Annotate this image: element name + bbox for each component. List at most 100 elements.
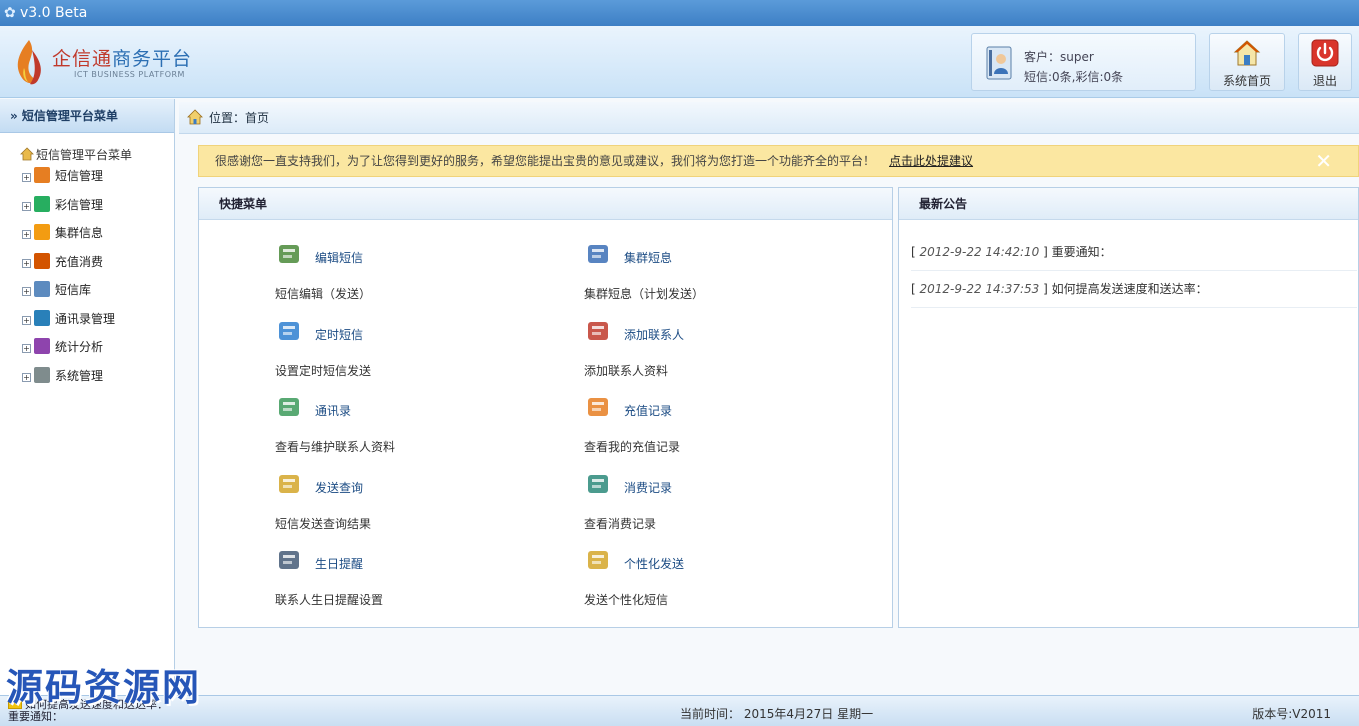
quick-menu-item[interactable]: 定时短信设置定时短信发送 (275, 316, 575, 386)
sidebar-item[interactable]: + 充值消费 (22, 252, 104, 271)
sidebar-item[interactable]: + 系统管理 (22, 366, 104, 385)
logo-name-part1: 企信通 (52, 48, 113, 70)
news-item[interactable]: [ 2012-9-22 14:37:53 ] 如何提高发送速度和送达率： (911, 271, 1357, 308)
user-info-box: 客户：super 短信:0条,彩信:0条 (971, 33, 1196, 91)
news-time: 2012-9-22 14:42:10 (919, 245, 1040, 259)
quick-menu-item-title[interactable]: 发送查询 (315, 479, 363, 496)
expand-icon[interactable]: + (22, 344, 31, 353)
quick-menu-item-desc: 集群短息（计划发送） (584, 287, 705, 301)
quick-menu-item-title[interactable]: 个性化发送 (624, 555, 684, 572)
expand-icon[interactable]: + (22, 372, 31, 382)
quick-menu-item-title[interactable]: 定时短信 (315, 326, 363, 343)
window-titlebar: ✿ v3.0 Beta (0, 0, 1359, 26)
quick-menu-item[interactable]: 添加联系人添加联系人资料 (584, 316, 884, 386)
gear-icon: ✿ (4, 5, 16, 21)
sidebar-item[interactable]: + 统计分析 (22, 338, 103, 356)
ticker-line-2: 重要通知： (8, 710, 63, 723)
quick-menu-item-title[interactable]: 生日提醒 (315, 555, 363, 572)
logo-name-part2: 商务平台 (112, 48, 193, 70)
sidebar-title: » 短信管理平台菜单 (0, 99, 174, 133)
news-panel: 最新公告 [ 2012-9-22 14:42:10 ] 重要通知：[ 2012-… (898, 187, 1359, 628)
quick-menu-item-desc: 发送个性化短信 (584, 593, 669, 607)
power-icon (1311, 39, 1339, 67)
quick-menu-item-desc: 查看消费记录 (584, 516, 657, 531)
quick-menu-item-desc: 联系人生日提醒设置 (275, 593, 384, 607)
exit-button[interactable]: 退出 (1298, 33, 1352, 91)
send-query-icon (279, 474, 299, 493)
expand-icon[interactable]: + (22, 201, 31, 211)
quick-menu-item[interactable]: 通讯录 查看与维护联系人资料 (275, 392, 575, 462)
house-icon (1233, 40, 1261, 66)
quick-menu-item-desc: 短信发送查询结果 (275, 516, 372, 531)
quick-menu-item-desc: 设置定时短信发送 (275, 363, 372, 378)
expand-icon[interactable]: + (22, 258, 31, 268)
logo-subtitle: ICT BUSINESS PLATFORM (74, 70, 185, 79)
watermark: 源码资源网 (6, 666, 201, 709)
current-time: 当前时间： 2015年4月27日 星期一 (680, 707, 874, 721)
news-item[interactable]: [ 2012-9-22 14:42:10 ] 重要通知： (911, 234, 1357, 271)
window-title: v3.0 Beta (20, 5, 88, 21)
sidebar-item[interactable]: + 通讯录管理 (22, 309, 116, 328)
tree-root-label: 短信管理平台菜单 (36, 148, 133, 162)
contacts-icon (34, 309, 50, 326)
cart-icon (588, 398, 608, 416)
quick-menu-item-desc: 查看我的充值记录 (584, 440, 681, 454)
quick-menu-item-title[interactable]: 集群短息 (624, 249, 672, 266)
header: 企信通商务平台 ICT BUSINESS PLATFORM 客户：super 短… (0, 26, 1359, 98)
mms-icon (34, 195, 50, 212)
quick-menu-item-title[interactable]: 通讯录 (315, 402, 351, 419)
birthday-icon (279, 551, 299, 569)
address-book-icon (279, 398, 299, 416)
quick-menu-item[interactable]: 发送查询短信发送查询结果 (275, 469, 575, 539)
version-label: 版本号:V2011 (1252, 707, 1331, 721)
news-item-title[interactable]: 重要通知： (1052, 245, 1112, 259)
suggestion-link[interactable]: 点击此处提建议 (889, 154, 973, 168)
quick-menu-item[interactable]: 生日提醒联系人生日提醒设置 (275, 545, 575, 615)
expand-icon[interactable]: + (22, 287, 31, 296)
quick-menu-item[interactable]: 个性化发送发送个性化短信 (584, 545, 884, 615)
quick-menu-item-title[interactable]: 添加联系人 (624, 326, 684, 343)
quick-menu-item[interactable]: 消费记录查看消费记录 (584, 469, 884, 539)
quick-menu-item[interactable]: 编辑短信 短信编辑（发送） (275, 239, 575, 309)
sidebar-item[interactable]: + 短信管理 (22, 167, 103, 185)
sms-icon (34, 167, 50, 183)
home-icon (187, 109, 203, 125)
expand-icon[interactable]: + (22, 315, 31, 325)
chart-icon (34, 338, 50, 354)
exit-label: 退出 (1312, 74, 1337, 88)
notice-text: 很感谢您一直支持我们，为了让您得到更好的服务，希望您能提出宝贵的意见或建议，我们… (215, 154, 876, 168)
logo-name: 企信通商务平台 (52, 44, 192, 71)
close-icon[interactable]: ✕ (1315, 146, 1332, 176)
flame-logo-icon (17, 40, 41, 85)
location-text: 位置：首页 (209, 111, 270, 125)
news-title: 最新公告 (899, 188, 1358, 220)
news-item-title[interactable]: 如何提高发送速度和送达率： (1052, 282, 1208, 296)
tree-root[interactable]: 短信管理平台菜单 (20, 147, 132, 163)
footer: 如何提高发送速度和送达率： 重要通知： 当前时间： 2015年4月27日 星期一… (0, 695, 1359, 726)
sidebar-item-label: 通讯录管理 (55, 311, 116, 326)
sidebar: » 短信管理平台菜单 短信管理平台菜单 + 短信管理 + 彩信管理 + 集群信息 + 充值消费… (0, 99, 175, 695)
quick-menu-item-title[interactable]: 编辑短信 (315, 249, 363, 266)
news-time: 2012-9-22 14:37:53 (919, 282, 1040, 296)
system-home-label: 系统首页 (1222, 74, 1271, 88)
sidebar-item[interactable]: + 集群信息 (22, 224, 103, 242)
recharge-icon (34, 252, 50, 269)
suggestion-notice: 很感谢您一直支持我们，为了让您得到更好的服务，希望您能提出宝贵的意见或建议，我们… (198, 145, 1359, 177)
system-home-button[interactable]: 系统首页 (1209, 33, 1285, 91)
location-bar: 位置：首页 (179, 102, 1359, 134)
sidebar-item-label: 充值消费 (55, 254, 104, 269)
quick-menu-item-desc: 添加联系人资料 (584, 363, 669, 378)
expand-icon[interactable]: + (22, 173, 31, 182)
quick-menu-item-title[interactable]: 充值记录 (624, 402, 672, 419)
customer-label: 客户：super (1024, 50, 1094, 64)
user-card-icon (986, 46, 1012, 80)
quick-menu-item[interactable]: 集群短息集群短息（计划发送） (584, 239, 884, 309)
sidebar-item[interactable]: + 短信库 (22, 281, 91, 299)
sidebar-item-label: 系统管理 (55, 368, 104, 383)
expand-icon[interactable]: + (22, 230, 31, 239)
cluster-icon (34, 224, 50, 240)
sidebar-item[interactable]: + 彩信管理 (22, 195, 103, 214)
quota-label: 短信:0条,彩信:0条 (1024, 70, 1124, 84)
quick-menu-item-title[interactable]: 消费记录 (624, 479, 672, 496)
quick-menu-item[interactable]: 充值记录查看我的充值记录 (584, 392, 884, 462)
